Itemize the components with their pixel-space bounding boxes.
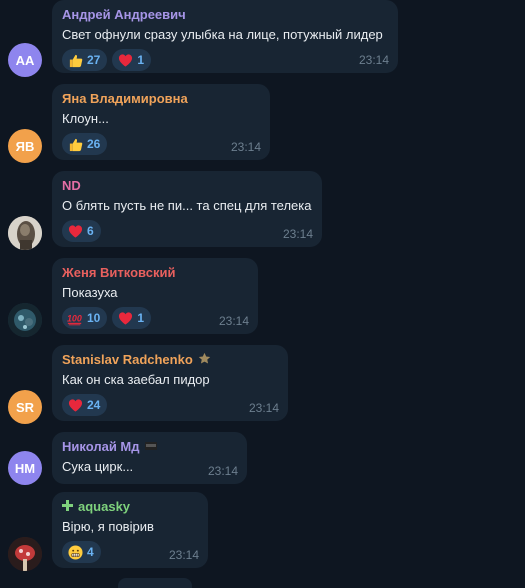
reaction-count: 10 (87, 311, 101, 325)
reaction-hundred[interactable]: 100 10 (62, 307, 108, 329)
author-name-text: aquasky (78, 499, 131, 514)
author-name-text: ND (62, 178, 81, 193)
author-name[interactable]: ND (62, 178, 312, 194)
reaction-count: 1 (137, 53, 145, 67)
heart-icon (117, 52, 133, 68)
timestamp: 23:14 (358, 53, 389, 67)
avatar[interactable]: SR (8, 390, 42, 424)
message-bubble[interactable]: ND О блять пусть не пи... та спец для те… (52, 171, 322, 247)
thumbs-up-icon (67, 136, 83, 152)
timestamp: 23:14 (230, 140, 261, 154)
timestamp: 23:14 (218, 314, 249, 328)
message-bubble[interactable]: Андрей Андреевич Свет офнули сразу улыбк… (52, 0, 398, 73)
avatar[interactable]: АА (8, 43, 42, 77)
timestamp: 23:14 (282, 227, 313, 241)
message-text: О блять пусть не пи... та спец для телек… (62, 198, 312, 213)
avatar-photo (8, 303, 42, 337)
reaction-count: 27 (87, 53, 101, 67)
author-name[interactable]: Николай Мд (62, 439, 237, 455)
author-name[interactable]: Stanislav Radchenko (62, 352, 278, 368)
message-text: Свет офнули сразу улыбка на лице, потужн… (62, 27, 383, 42)
reaction-thumbs-up[interactable]: 27 (62, 49, 108, 71)
reaction-count: 24 (87, 398, 101, 412)
message-bubble[interactable]: Женя Витковский Показуха 100 10 1 23:14 (52, 258, 258, 334)
reaction-grimacing[interactable]: 4 (62, 541, 101, 563)
badge-icon (144, 439, 157, 455)
avatar-initials: SR (15, 399, 35, 415)
message-text: Вірю, я повірив (62, 519, 154, 534)
author-name-text: Женя Витковский (62, 265, 176, 280)
avatar-photo (8, 216, 42, 250)
timestamp: 23:14 (168, 548, 199, 562)
reaction-heart[interactable]: 24 (62, 394, 108, 416)
author-name[interactable]: Женя Витковский (62, 265, 248, 281)
avatar-initials: ЯВ (15, 138, 35, 154)
avatar[interactable] (8, 216, 42, 250)
message-bubble[interactable]: Николай Мд Сука цирк... 23:14 (52, 432, 247, 484)
svg-text:100: 100 (67, 313, 82, 323)
heart-icon (67, 397, 83, 413)
avatar[interactable]: НМ (8, 451, 42, 485)
avatar[interactable] (8, 303, 42, 337)
reaction-heart[interactable]: 1 (112, 307, 152, 329)
message-bubble[interactable]: Stanislav Radchenko Как он ска заебал пи… (52, 345, 288, 421)
reaction-count: 4 (87, 545, 94, 559)
reaction-count: 6 (87, 224, 94, 238)
avatar-photo (8, 537, 42, 571)
author-name[interactable]: aquasky (62, 499, 198, 515)
heart-icon (67, 223, 83, 239)
avatar[interactable] (8, 537, 42, 571)
star-icon (198, 352, 211, 369)
avatar-initials: НМ (14, 460, 36, 476)
hundred-icon: 100 (67, 310, 83, 326)
avatar-initials: АА (15, 52, 35, 68)
reaction-thumbs-up[interactable]: 26 (62, 133, 108, 155)
avatar[interactable]: ЯВ (8, 129, 42, 163)
message-text: Как он ска заебал пидор (62, 372, 210, 387)
author-name[interactable]: Андрей Андреевич (62, 7, 388, 23)
author-name-text: Stanislav Radchenko (62, 352, 193, 367)
plus-icon (62, 499, 73, 515)
message-bubble[interactable]: aquasky Вірю, я повірив 4 23:14 (52, 492, 208, 568)
reaction-heart[interactable]: 1 (112, 49, 152, 71)
reaction-count: 26 (87, 137, 101, 151)
timestamp: 23:14 (207, 464, 238, 478)
grimacing-face-icon (67, 544, 83, 560)
author-name[interactable]: Яна Владимировна (62, 91, 260, 107)
heart-icon (117, 310, 133, 326)
author-name-text: Николай Мд (62, 439, 140, 454)
author-name-text: Андрей Андреевич (62, 7, 186, 22)
message-text: Показуха (62, 285, 118, 300)
reaction-heart[interactable]: 6 (62, 220, 101, 242)
thumbs-up-icon (67, 52, 83, 68)
message-bubble-partial (118, 578, 192, 588)
timestamp: 23:14 (248, 401, 279, 415)
reaction-count: 1 (137, 311, 145, 325)
message-bubble[interactable]: Яна Владимировна Клоун... 26 23:14 (52, 84, 270, 160)
message-text: Клоун... (62, 111, 109, 126)
author-name-text: Яна Владимировна (62, 91, 188, 106)
